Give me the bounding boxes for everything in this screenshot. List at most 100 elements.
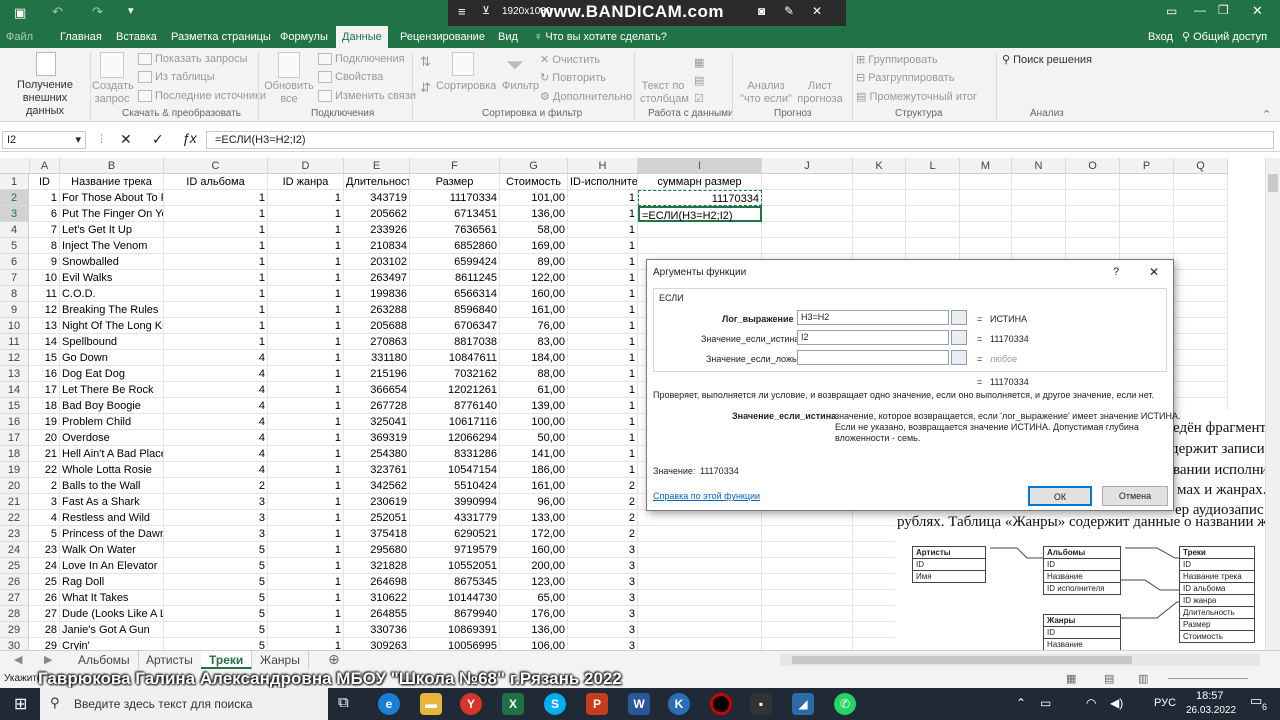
what-if-button[interactable]: Анализ "что если" [736, 80, 796, 106]
cell[interactable]: Название трека [60, 174, 164, 190]
row-header[interactable]: 12 [0, 350, 29, 366]
cell[interactable] [1174, 286, 1228, 302]
sheet-tab-genres[interactable]: Жанры [252, 651, 309, 669]
clock-time[interactable]: 18:57 [1196, 690, 1224, 702]
cell[interactable]: 15 [30, 350, 60, 366]
cell[interactable]: 5 [164, 606, 268, 622]
cell[interactable]: Dude (Looks Like A Lady) [60, 606, 164, 622]
cell[interactable]: Overdose [60, 430, 164, 446]
show-queries-button[interactable]: Показать запросы [138, 53, 248, 66]
cell[interactable]: 4 [164, 462, 268, 478]
cell[interactable]: Bad Boy Boogie [60, 398, 164, 414]
cell[interactable]: 264698 [344, 574, 410, 590]
cell[interactable]: 19 [30, 414, 60, 430]
range-select-icon[interactable] [951, 330, 967, 345]
cell[interactable]: 4 [164, 398, 268, 414]
cell[interactable]: 7 [30, 222, 60, 238]
cell[interactable]: 11170334 [638, 190, 762, 206]
cell[interactable]: Whole Lotta Rosie [60, 462, 164, 478]
cell[interactable]: 5510424 [410, 478, 500, 494]
cell[interactable]: 295680 [344, 542, 410, 558]
cell[interactable]: Night Of The Long Knives [60, 318, 164, 334]
cell[interactable]: 4 [164, 350, 268, 366]
row-header[interactable]: 2 [0, 190, 29, 206]
column-header[interactable]: H [568, 158, 638, 174]
cell[interactable]: 252051 [344, 510, 410, 526]
logical-test-input[interactable]: H3=H2 [797, 310, 949, 325]
cell[interactable]: 22 [30, 462, 60, 478]
ok-button[interactable]: ОК [1028, 486, 1092, 506]
cell[interactable] [960, 206, 1012, 222]
cell[interactable] [1174, 334, 1228, 350]
column-header[interactable]: C [164, 158, 268, 174]
h-scrollbar-thumb[interactable] [792, 656, 1132, 664]
name-box[interactable]: I2 ▾ [2, 131, 86, 149]
row-header[interactable]: 4 [0, 222, 29, 238]
cell[interactable] [1120, 174, 1174, 190]
cell[interactable]: 8679940 [410, 606, 500, 622]
cell[interactable]: 1 [568, 382, 638, 398]
row-header[interactable]: 6 [0, 254, 29, 270]
word-icon[interactable]: W [628, 693, 650, 715]
cell[interactable] [1174, 222, 1228, 238]
connections-button[interactable]: Подключения [318, 53, 405, 66]
cell[interactable]: 1 [164, 270, 268, 286]
insert-function-icon[interactable]: ƒx [182, 130, 197, 146]
cell[interactable]: 1 [568, 206, 638, 222]
cell[interactable] [638, 590, 762, 606]
cell[interactable] [762, 174, 853, 190]
share-button[interactable]: ⚲ Общий доступ [1176, 26, 1273, 48]
cell[interactable]: 76,00 [500, 318, 568, 334]
app-icon[interactable]: ◢ [792, 693, 814, 715]
powerpoint-icon[interactable]: P [586, 693, 608, 715]
tab-home[interactable]: Главная [54, 26, 108, 48]
cell[interactable]: 24 [30, 558, 60, 574]
bandicam-icon[interactable] [710, 693, 732, 715]
row-header[interactable]: 20 [0, 478, 29, 494]
cell[interactable]: Inject The Venom [60, 238, 164, 254]
cell[interactable]: 89,00 [500, 254, 568, 270]
cell[interactable] [1012, 190, 1066, 206]
cell[interactable]: 3 [568, 622, 638, 638]
value-if-false-input[interactable] [797, 350, 949, 365]
cell[interactable]: 5 [164, 622, 268, 638]
cell[interactable]: 210834 [344, 238, 410, 254]
tab-review[interactable]: Рецензирование [394, 26, 491, 48]
cell[interactable]: 1 [268, 270, 344, 286]
column-header[interactable]: O [1066, 158, 1120, 174]
add-sheet-icon[interactable]: ⊕ [328, 651, 340, 668]
cell[interactable]: 1 [568, 318, 638, 334]
cell[interactable]: 5 [164, 638, 268, 650]
cell[interactable]: Стоимость [500, 174, 568, 190]
cell[interactable] [762, 222, 853, 238]
column-header[interactable]: Q [1174, 158, 1228, 174]
cell[interactable]: 323761 [344, 462, 410, 478]
validation-icon[interactable]: ☑ [694, 92, 704, 105]
cell[interactable]: 6290521 [410, 526, 500, 542]
column-header[interactable]: D [268, 158, 344, 174]
tab-view[interactable]: Вид [492, 26, 524, 48]
cell[interactable]: Love In An Elevator [60, 558, 164, 574]
cell[interactable] [638, 542, 762, 558]
cell[interactable]: 28 [30, 622, 60, 638]
cell[interactable]: 3 [568, 574, 638, 590]
cell[interactable]: 1 [268, 478, 344, 494]
cell[interactable]: 1 [568, 446, 638, 462]
cell[interactable]: ID [30, 174, 60, 190]
cell[interactable]: 6706347 [410, 318, 500, 334]
cell[interactable] [960, 190, 1012, 206]
cell[interactable]: 123,00 [500, 574, 568, 590]
cell[interactable]: 1 [268, 190, 344, 206]
filter-button[interactable]: Фильтр [502, 80, 539, 92]
cell[interactable]: 3 [164, 510, 268, 526]
cell[interactable]: 18 [30, 398, 60, 414]
row-header[interactable]: 15 [0, 398, 29, 414]
cell[interactable]: 263497 [344, 270, 410, 286]
cell[interactable]: 4 [30, 510, 60, 526]
cell[interactable]: 200,00 [500, 558, 568, 574]
cell[interactable]: Dog Eat Dog [60, 366, 164, 382]
cell[interactable]: 3 [568, 638, 638, 650]
scrollbar-thumb[interactable] [1268, 174, 1278, 192]
scroll-right-icon[interactable]: ▶ [44, 653, 52, 666]
cell[interactable] [762, 190, 853, 206]
